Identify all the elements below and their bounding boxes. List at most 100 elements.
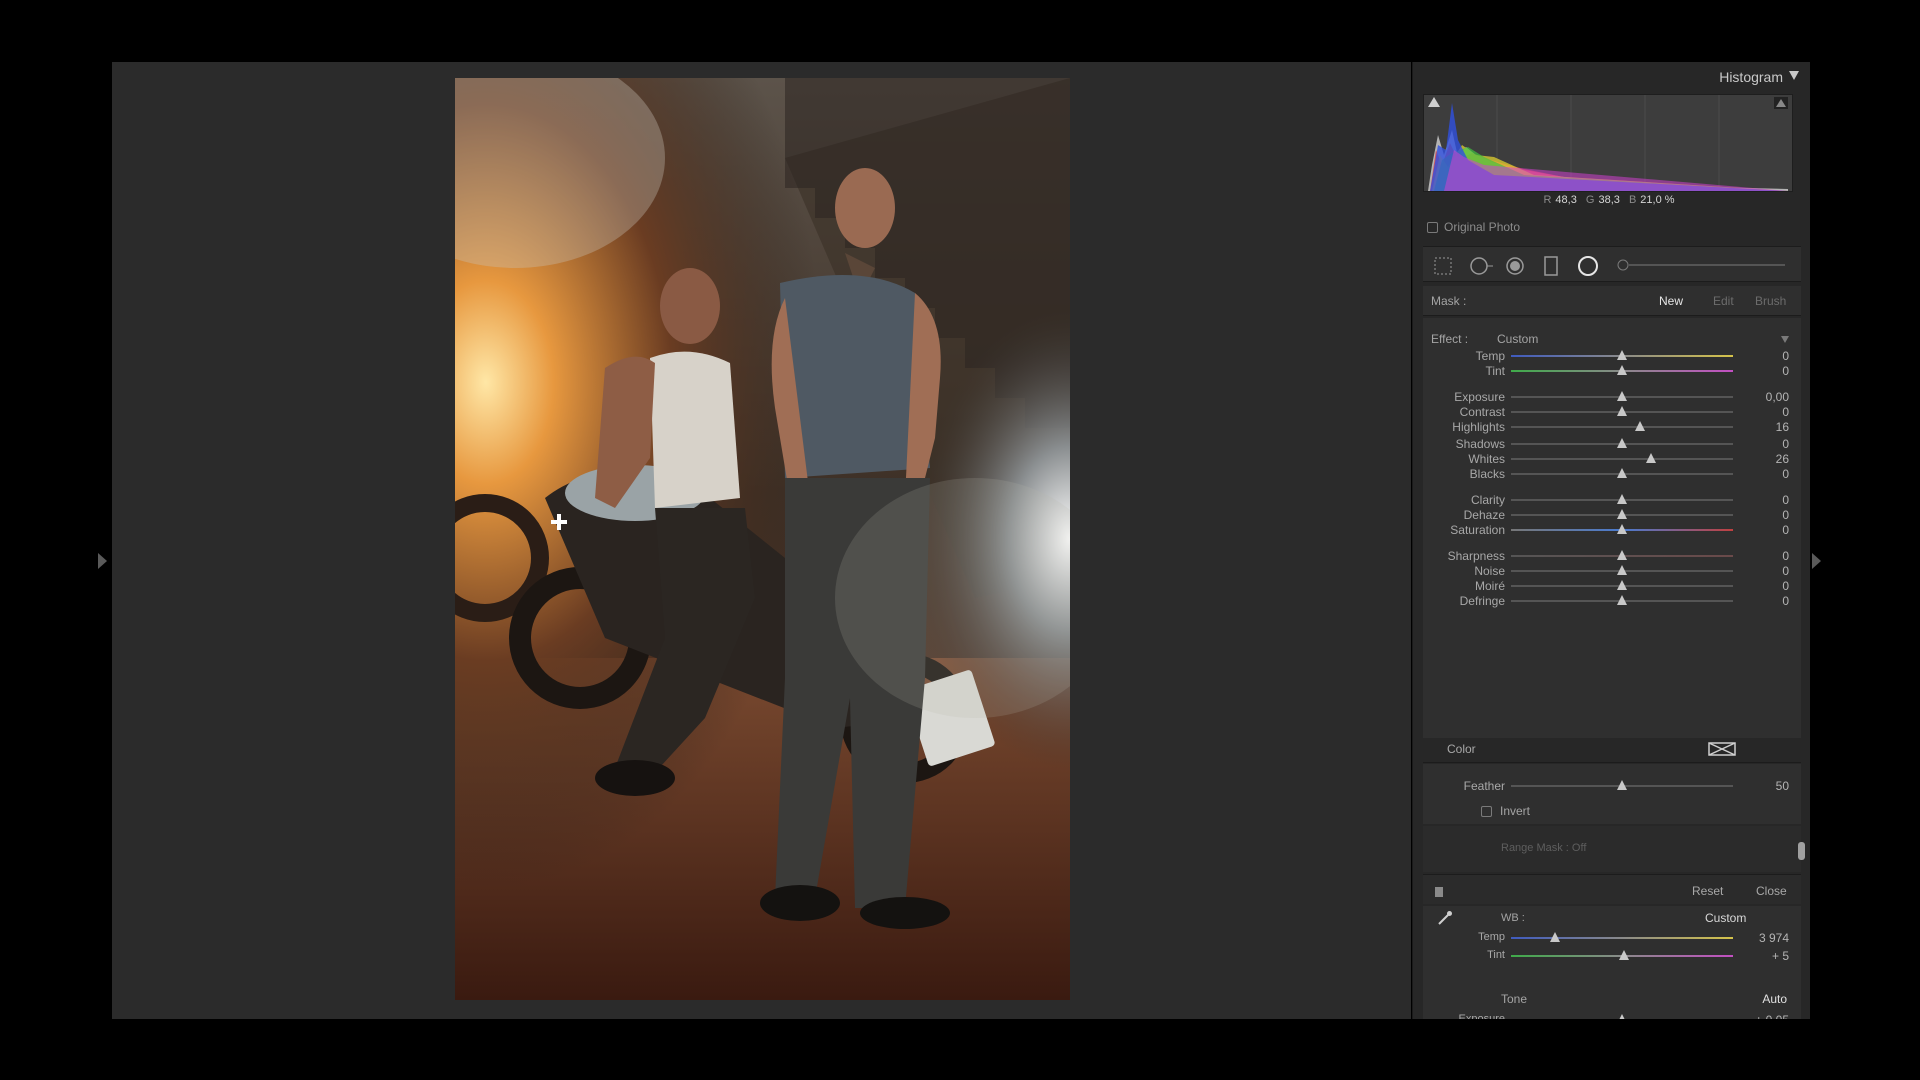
invert-checkbox[interactable] <box>1481 805 1492 817</box>
slider-value[interactable]: 0 <box>1782 437 1789 451</box>
slider-label: Defringe <box>1459 594 1505 608</box>
slider-knob[interactable] <box>1617 595 1627 605</box>
adjustment-brush-slider[interactable] <box>1617 259 1787 271</box>
slider-row-contrast: Contrast 0 <box>1423 404 1801 420</box>
range-mask-dropdown[interactable]: Range Mask : Off <box>1501 842 1586 854</box>
slider-knob[interactable] <box>1645 453 1656 463</box>
slider-value[interactable]: 0 <box>1782 579 1789 593</box>
slider-value[interactable]: + 5 <box>1772 949 1789 963</box>
slider-knob[interactable] <box>1617 494 1627 504</box>
slider-value[interactable]: 0 <box>1782 594 1789 608</box>
slider-knob[interactable] <box>1617 438 1627 448</box>
slider-track[interactable] <box>1511 780 1733 790</box>
slider-track[interactable] <box>1511 595 1733 605</box>
radial-filter-icon[interactable] <box>1577 256 1599 278</box>
slider-knob[interactable] <box>1617 468 1627 478</box>
slider-track[interactable] <box>1511 391 1733 401</box>
slider-knob[interactable] <box>1617 780 1627 790</box>
slider-value[interactable]: 0 <box>1782 508 1789 522</box>
slider-track[interactable] <box>1511 468 1733 478</box>
spot-removal-icon[interactable] <box>1469 256 1495 276</box>
slider-track[interactable] <box>1511 524 1733 534</box>
slider-value[interactable]: 26 <box>1776 452 1789 466</box>
histogram-graph[interactable] <box>1423 94 1793 192</box>
slider-track[interactable] <box>1511 406 1733 416</box>
slider-track[interactable] <box>1511 421 1733 431</box>
slider-knob[interactable] <box>1617 565 1627 575</box>
slider-knob[interactable] <box>1617 365 1627 375</box>
original-photo-toggle[interactable]: Original Photo <box>1427 220 1520 234</box>
slider-knob[interactable] <box>1617 1014 1627 1019</box>
graduated-filter-icon[interactable] <box>1543 256 1559 276</box>
slider-knob[interactable] <box>1617 391 1627 401</box>
slider-track[interactable] <box>1511 494 1733 504</box>
tone-label: Tone <box>1501 992 1528 1006</box>
slider-value[interactable]: 0 <box>1782 523 1789 537</box>
collapse-triangle-icon[interactable] <box>1789 71 1799 80</box>
slider-label: Exposure <box>1454 390 1505 404</box>
eyedropper-icon[interactable] <box>1437 910 1453 926</box>
reset-button[interactable]: Reset <box>1692 884 1723 898</box>
panel-switch-icon[interactable] <box>1435 887 1443 897</box>
slider-knob[interactable] <box>1617 580 1627 590</box>
b-label: B <box>1628 194 1637 206</box>
slider-track[interactable] <box>1511 580 1733 590</box>
slider-row-feather: Feather 50 <box>1423 778 1801 794</box>
slider-value[interactable]: 0 <box>1782 493 1789 507</box>
slider-row-moir: Moiré 0 <box>1423 578 1801 594</box>
crop-tool-icon[interactable] <box>1433 256 1453 276</box>
slider-label: Tint <box>1487 949 1505 961</box>
main-photo[interactable] <box>455 78 1070 1000</box>
slider-track[interactable] <box>1511 509 1733 519</box>
wb-label: WB : <box>1501 912 1525 924</box>
slider-value[interactable]: + 0,05 <box>1755 1013 1789 1019</box>
slider-knob[interactable] <box>1617 550 1627 560</box>
slider-label: Blacks <box>1469 467 1505 481</box>
slider-value[interactable]: 0 <box>1782 349 1789 363</box>
histogram-header[interactable]: Histogram <box>1413 62 1810 92</box>
slider-track[interactable] <box>1511 350 1733 360</box>
slider-knob[interactable] <box>1634 421 1645 431</box>
panel-scrollbar[interactable] <box>1798 842 1805 860</box>
slider-value[interactable]: 3 974 <box>1759 931 1789 945</box>
slider-track[interactable] <box>1511 950 1733 960</box>
slider-track[interactable] <box>1511 438 1733 448</box>
slider-row-temp: Temp 0 <box>1423 348 1801 364</box>
color-swatch-icon[interactable] <box>1708 742 1736 756</box>
slider-value[interactable]: 16 <box>1776 420 1789 434</box>
left-panel-toggle-icon[interactable] <box>98 553 107 569</box>
color-label: Color <box>1447 742 1476 756</box>
slider-knob[interactable] <box>1617 524 1627 534</box>
slider-knob[interactable] <box>1617 350 1627 360</box>
slider-value[interactable]: 50 <box>1776 779 1789 793</box>
wb-preset-dropdown[interactable]: Custom <box>1705 911 1746 925</box>
original-photo-checkbox[interactable] <box>1427 221 1438 233</box>
slider-track[interactable] <box>1511 453 1733 463</box>
slider-value[interactable]: 0 <box>1782 549 1789 563</box>
slider-knob[interactable] <box>1550 932 1561 942</box>
effect-disclosure-icon[interactable] <box>1781 336 1789 343</box>
right-panel-toggle-icon[interactable] <box>1812 553 1821 569</box>
mask-new-button[interactable]: New <box>1659 294 1683 308</box>
slider-label: Shadows <box>1455 437 1505 451</box>
slider-knob[interactable] <box>1619 950 1630 960</box>
slider-knob[interactable] <box>1617 509 1627 519</box>
close-button[interactable]: Close <box>1756 884 1787 898</box>
slider-track[interactable] <box>1511 365 1733 375</box>
effect-preset-dropdown[interactable]: Custom <box>1497 332 1538 346</box>
slider-track[interactable] <box>1511 550 1733 560</box>
slider-track[interactable] <box>1511 565 1733 575</box>
invert-toggle[interactable]: Invert <box>1481 804 1530 818</box>
red-eye-icon[interactable] <box>1505 256 1525 276</box>
slider-knob[interactable] <box>1617 406 1627 416</box>
slider-value[interactable]: 0,00 <box>1766 390 1789 404</box>
auto-tone-button[interactable]: Auto <box>1762 992 1787 1006</box>
slider-value[interactable]: 0 <box>1782 564 1789 578</box>
slider-value[interactable]: 0 <box>1782 405 1789 419</box>
slider-value[interactable]: 0 <box>1782 467 1789 481</box>
slider-track[interactable] <box>1511 932 1733 942</box>
mask-brush-button[interactable]: Brush <box>1755 294 1786 308</box>
mask-edit-button[interactable]: Edit <box>1713 294 1734 308</box>
slider-value[interactable]: 0 <box>1782 364 1789 378</box>
slider-label: Dehaze <box>1463 508 1505 522</box>
